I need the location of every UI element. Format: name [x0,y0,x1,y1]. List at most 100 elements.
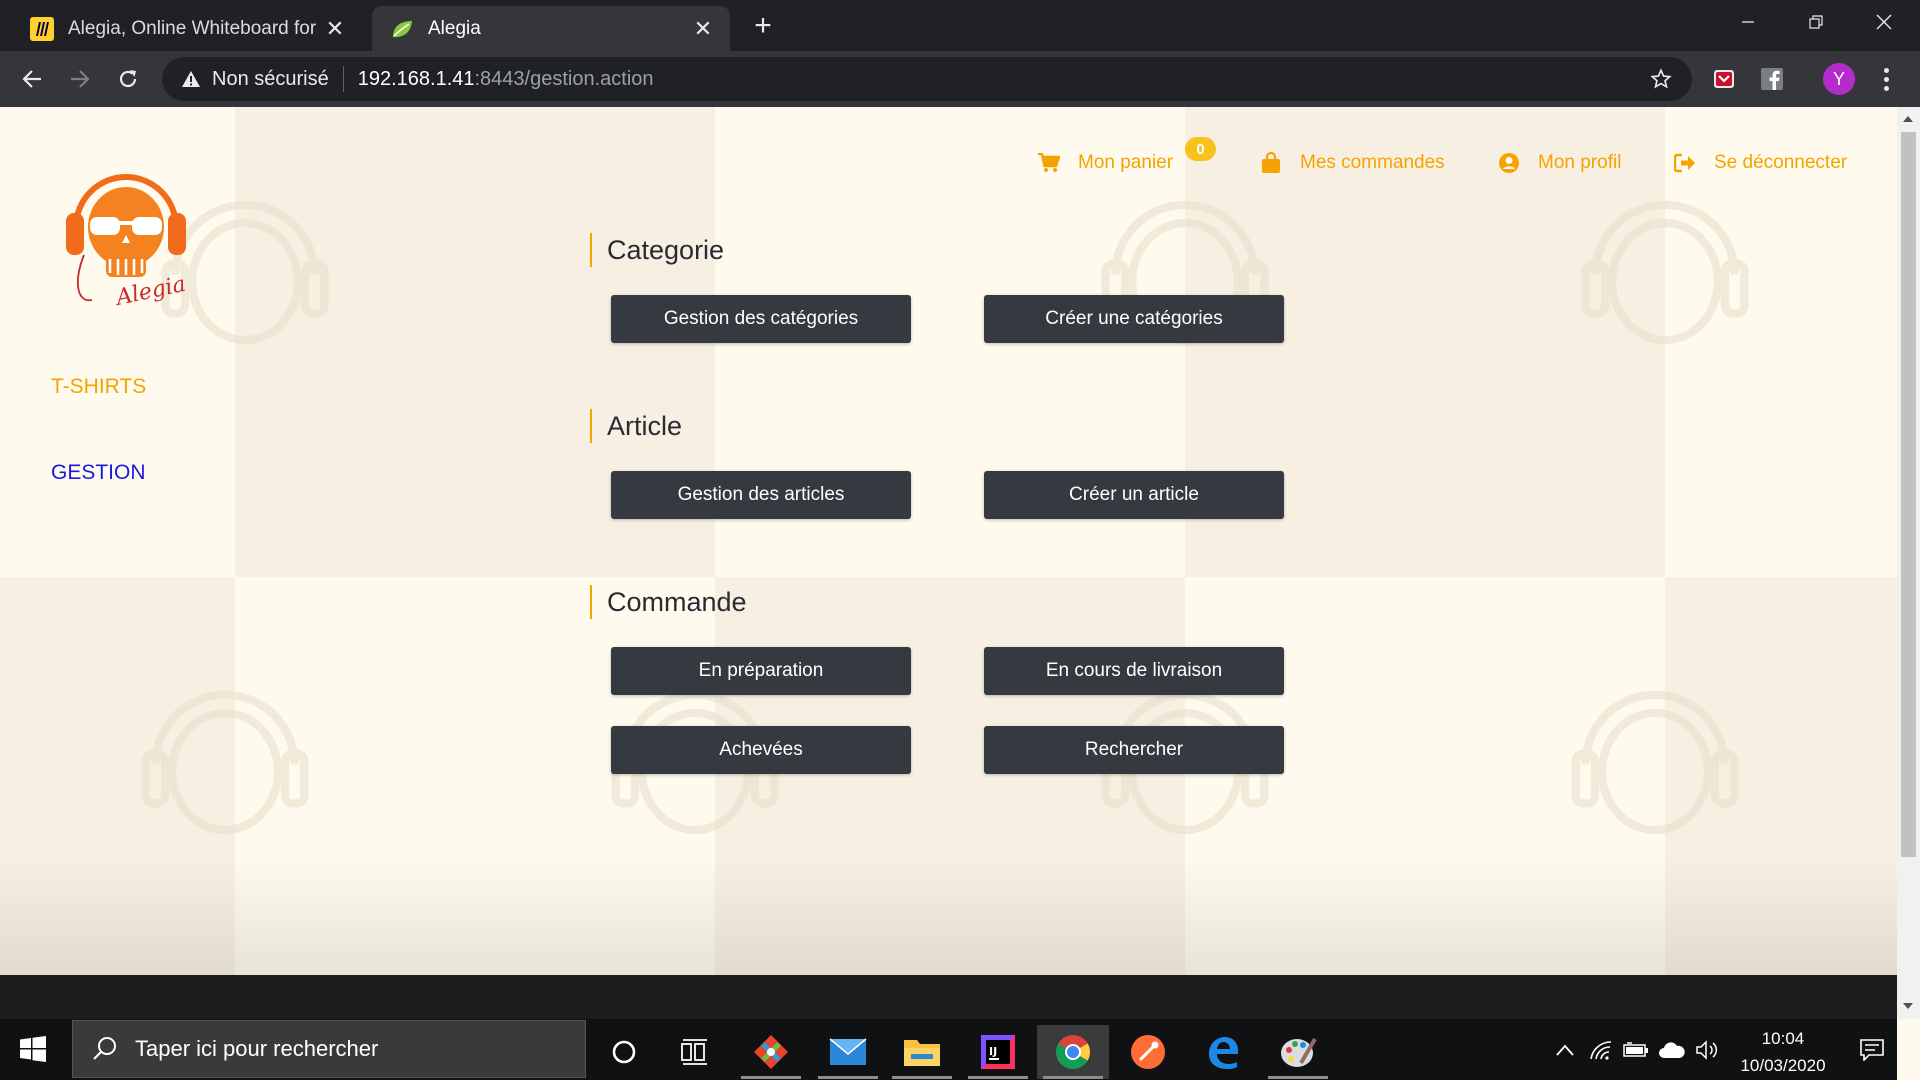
tab-miro[interactable]: Alegia, Online Whiteboard for Vis ✕ [12,6,362,51]
action-center-button[interactable] [1852,1020,1892,1080]
security-label[interactable]: Non sécurisé [212,68,329,91]
manage-articles-button[interactable]: Gestion des articles [611,471,911,519]
windows-start-icon[interactable] [20,1036,46,1062]
orders-completed-button[interactable]: Achevées [611,726,911,774]
section-title-article: Article [590,409,682,443]
search-orders-button[interactable]: Rechercher [984,726,1284,774]
taskbar-app-chrome[interactable] [1037,1025,1109,1079]
taskbar-app-mail[interactable] [812,1025,884,1079]
show-hidden-icons-button[interactable] [1550,1020,1580,1080]
nav-orders-label: Mes commandes [1300,152,1445,173]
facebook-extension-icon[interactable] [1757,64,1787,94]
nav-orders[interactable]: Mes commandes [1260,152,1445,174]
cart-icon [1038,152,1060,174]
forward-button[interactable] [60,59,100,99]
running-indicator [968,1076,1028,1079]
section-title-categorie: Categorie [590,233,724,267]
cortana-circle-icon [612,1040,636,1064]
paint-palette-icon [1281,1037,1317,1067]
new-tab-button[interactable]: + [745,8,781,44]
page-scrollbar[interactable] [1897,107,1920,1019]
network-button[interactable] [1586,1020,1616,1080]
cloud-icon [1659,1042,1685,1058]
browser-menu-icon[interactable] [1874,63,1898,95]
git-app-icon [754,1035,788,1069]
back-button[interactable] [12,59,52,99]
nav-profile[interactable]: Mon profil [1498,152,1621,174]
sidebar-item-tshirts[interactable]: T-SHIRTS [51,375,146,399]
minimize-button[interactable] [1714,0,1782,44]
orders-in-delivery-button[interactable]: En cours de livraison [984,647,1284,695]
svg-text:IJ: IJ [989,1045,997,1058]
onedrive-button[interactable] [1656,1020,1688,1080]
taskbar-clock[interactable]: 10:04 10/03/2020 [1728,1025,1838,1079]
taskbar-app-git[interactable] [735,1025,807,1079]
postman-icon [1131,1035,1165,1069]
browser-titlebar: Alegia, Online Whiteboard for Vis ✕ Aleg… [0,0,1920,51]
url-path: :8443/gestion.action [474,67,654,90]
create-article-button[interactable]: Créer un article [984,471,1284,519]
bookmark-star-icon[interactable] [1650,68,1672,90]
spring-leaf-icon [390,17,414,41]
running-indicator [1268,1076,1328,1079]
browser-toolbar: Non sécurisé 192.168.1.41:8443/gestion.a… [0,51,1920,107]
address-bar[interactable]: Non sécurisé 192.168.1.41:8443/gestion.a… [162,57,1692,101]
nav-cart[interactable]: Mon panier [1038,152,1173,174]
skull-watermark-icon [1581,200,1749,345]
alegia-logo[interactable]: Alegia [62,155,190,317]
running-indicator [741,1076,801,1079]
taskbar-search-input[interactable]: Taper ici pour rechercher [72,1020,586,1078]
pocket-extension-icon[interactable] [1709,64,1739,94]
edge-icon [1209,1037,1239,1069]
clock-date: 10/03/2020 [1740,1056,1826,1075]
taskbar-app-paint[interactable] [1262,1025,1334,1079]
arrow-right-icon [71,70,90,88]
battery-icon [1623,1042,1648,1057]
nav-logout[interactable]: Se déconnecter [1674,152,1847,174]
restore-button[interactable] [1782,0,1850,44]
folder-icon [904,1040,940,1066]
reload-button[interactable] [108,59,148,99]
sidebar-item-gestion[interactable]: GESTION [51,461,146,485]
orders-in-preparation-button[interactable]: En préparation [611,647,911,695]
web-page: Alegia T-SHIRTS GESTION Mon panier 0 Mes… [0,107,1897,975]
nav-profile-label: Mon profil [1538,152,1622,173]
url-host: 192.168.1.41 [357,67,475,90]
search-icon [93,1037,116,1060]
task-view-icon [681,1039,707,1065]
create-category-button[interactable]: Créer une catégories [984,295,1284,343]
tab-title: Alegia, Online Whiteboard for Vis [68,17,320,39]
scroll-down-icon[interactable] [1903,1003,1913,1009]
volume-button[interactable] [1692,1020,1724,1080]
nav-cart-label: Mon panier [1078,152,1174,173]
running-indicator [892,1076,952,1079]
running-indicator [818,1076,878,1079]
close-window-button[interactable] [1850,0,1918,44]
taskbar-app-edge[interactable] [1187,1025,1259,1079]
battery-button[interactable] [1620,1020,1652,1080]
taskbar-app-explorer[interactable] [886,1025,958,1079]
task-view-button[interactable] [659,1025,731,1079]
address-divider [342,66,344,92]
scroll-up-icon[interactable] [1903,116,1913,122]
close-icon [1876,14,1892,30]
sign-out-icon [1674,152,1696,174]
manage-categories-button[interactable]: Gestion des catégories [611,295,911,343]
scroll-thumb[interactable] [1901,132,1916,857]
close-icon[interactable]: ✕ [320,14,350,44]
wifi-icon [1590,1041,1612,1060]
minimize-icon [1742,21,1754,23]
speaker-icon [1696,1040,1718,1060]
arrow-left-icon [22,70,41,88]
taskbar-search-placeholder: Taper ici pour rechercher [135,1036,379,1061]
tab-alegia[interactable]: Alegia ✕ [372,6,730,51]
taskbar-app-intellij[interactable]: IJ [962,1025,1034,1079]
close-icon[interactable]: ✕ [688,14,718,44]
restore-icon [1809,15,1823,29]
profile-avatar[interactable]: Y [1823,63,1855,95]
taskbar-app-postman[interactable] [1112,1025,1184,1079]
clock-time: 10:04 [1761,1029,1805,1048]
tab-title: Alegia [428,17,481,39]
mail-icon [829,1038,867,1065]
cortana-button[interactable] [588,1025,660,1079]
